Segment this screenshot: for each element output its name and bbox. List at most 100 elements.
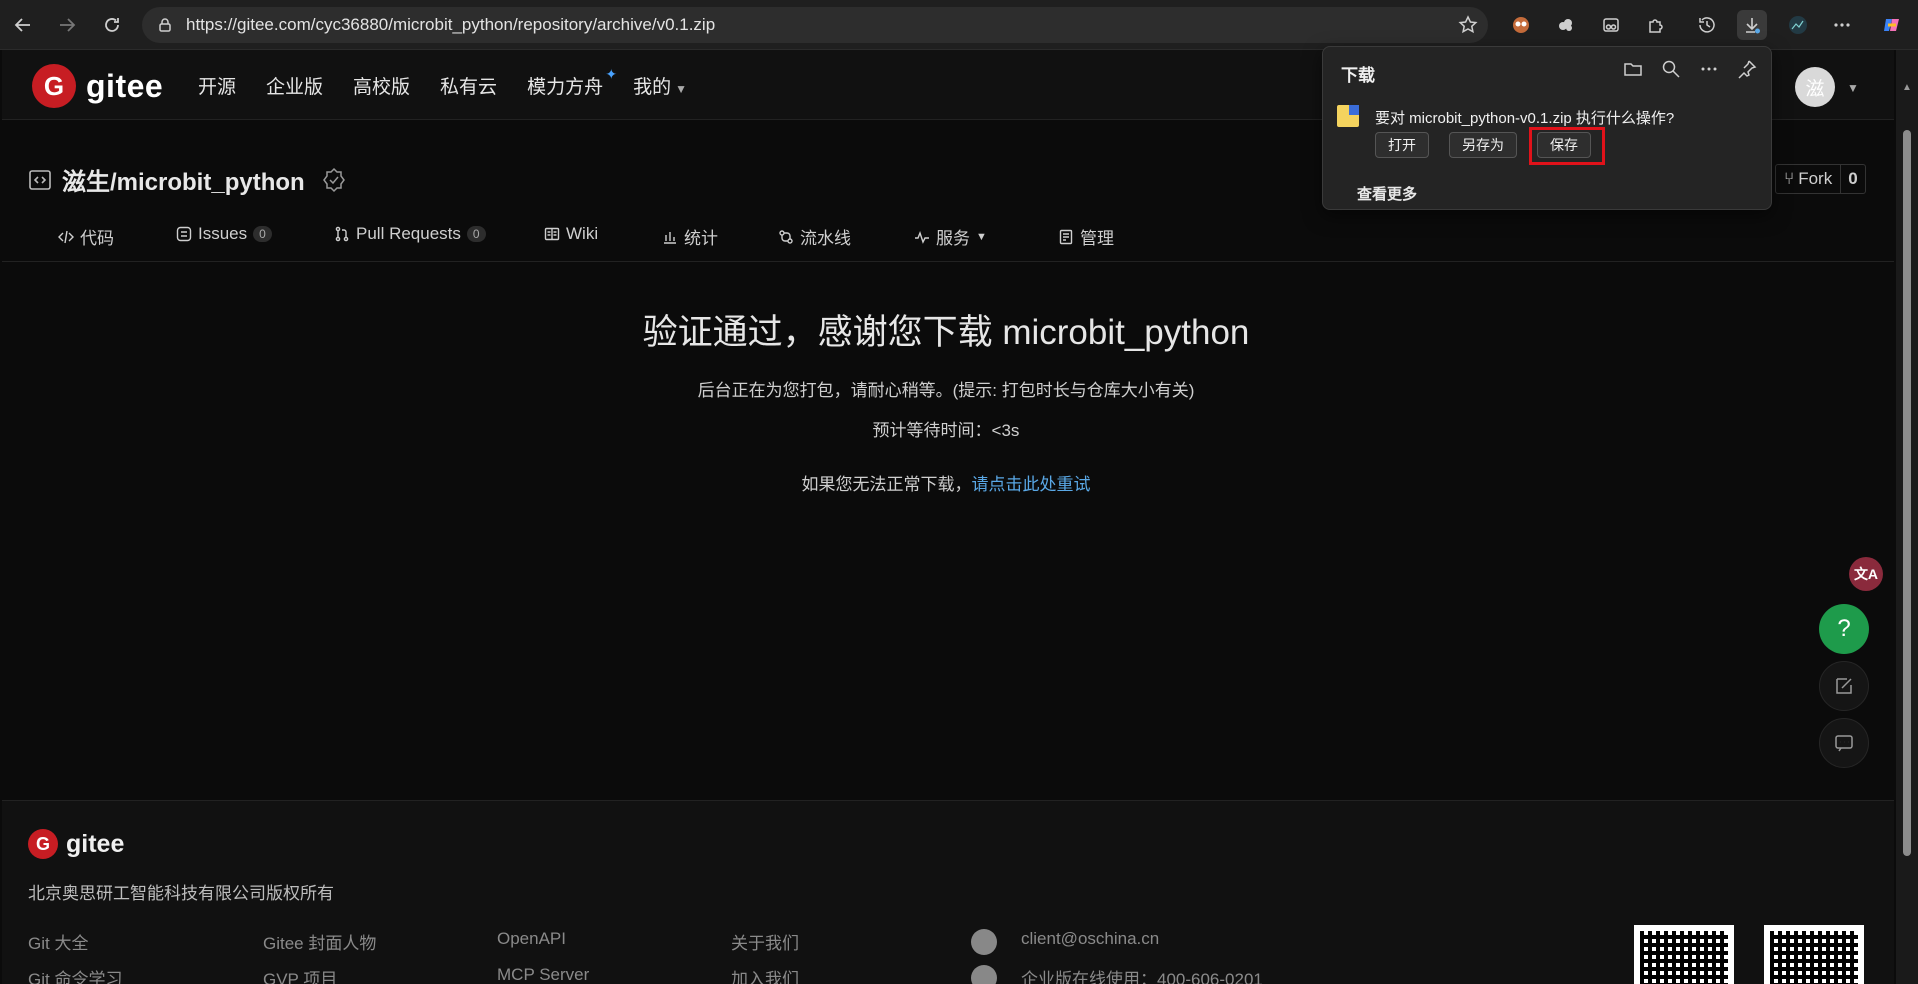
tab-services[interactable]: 服务 ▼	[914, 224, 987, 249]
retry-prefix: 如果您无法正常下载，	[801, 475, 972, 494]
repo-title[interactable]: 滋生/microbit_python	[62, 162, 305, 197]
profile-icon[interactable]	[1783, 10, 1813, 40]
avatar-caret-icon[interactable]: ▼	[1847, 81, 1859, 95]
help-button[interactable]: ?	[1819, 604, 1869, 654]
footer-logo-icon: G	[28, 829, 58, 859]
favorite-star-icon[interactable]	[1458, 15, 1478, 35]
fork-button[interactable]: ⑂ Fork 0	[1775, 164, 1866, 194]
scroll-up-icon[interactable]: ▲	[1902, 82, 1912, 93]
search-icon[interactable]	[1661, 59, 1681, 79]
save-as-button[interactable]: 另存为	[1449, 132, 1517, 158]
address-bar[interactable]: https://gitee.com/cyc36880/microbit_pyth…	[142, 7, 1488, 43]
edit-feedback-button[interactable]	[1819, 661, 1869, 711]
download-icon[interactable]	[1737, 10, 1767, 40]
tab-issues[interactable]: Issues 0	[176, 224, 272, 244]
translate-icon: 文A	[1853, 566, 1879, 582]
tab-code[interactable]: 代码	[58, 224, 114, 249]
footer: G gitee 北京奥思研工智能科技有限公司版权所有 Git 大全 Git 命令…	[2, 800, 1894, 984]
browser-toolbar: https://gitee.com/cyc36880/microbit_pyth…	[0, 0, 1918, 50]
avatar[interactable]: 滋	[1795, 67, 1835, 107]
history-icon[interactable]	[1692, 10, 1722, 40]
footer-link-gvp[interactable]: GVP 项目	[263, 965, 337, 984]
tab-manage[interactable]: 管理	[1058, 224, 1114, 249]
nav-item-education[interactable]: 高校版	[353, 72, 410, 99]
download-question: 要对 microbit_python-v0.1.zip 执行什么操作?	[1375, 110, 1675, 127]
puzzle-icon[interactable]	[1641, 10, 1671, 40]
tab-code-label: 代码	[80, 229, 114, 248]
footer-logo-text: gitee	[66, 829, 125, 858]
tab-pull-requests[interactable]: Pull Requests 0	[334, 224, 486, 244]
gitee-logo-icon: G	[32, 64, 76, 108]
chat-button[interactable]	[1819, 718, 1869, 768]
tab-stats-label: 统计	[684, 229, 718, 248]
cloud-extension-icon[interactable]	[1551, 10, 1581, 40]
folder-icon[interactable]	[1623, 59, 1643, 79]
download-panel-title: 下载	[1341, 66, 1375, 85]
refresh-icon[interactable]	[98, 11, 126, 39]
forward-icon[interactable]	[53, 11, 81, 39]
tab-wiki[interactable]: Wiki	[544, 224, 598, 244]
wait-time-text: 预计等待时间：<3s	[872, 421, 1020, 440]
caret-down-icon: ▼	[675, 82, 687, 96]
retry-link[interactable]: 请点击此处重试	[972, 475, 1091, 494]
qr-code-gitee	[1764, 925, 1864, 984]
fork-label: Fork	[1798, 169, 1833, 188]
scrollbar-thumb[interactable]	[1903, 130, 1911, 856]
footer-link-openapi[interactable]: OpenAPI	[497, 929, 566, 949]
pull-request-icon	[335, 226, 349, 242]
footer-link-git-guide[interactable]: Git 大全	[28, 929, 88, 954]
back-icon[interactable]	[9, 11, 37, 39]
tab-stats[interactable]: 统计	[662, 224, 718, 249]
tab-pipeline[interactable]: 流水线	[778, 224, 851, 249]
tab-services-label: 服务	[936, 229, 970, 248]
email-icon	[971, 929, 997, 955]
page-scrollbar[interactable]: ▲	[1896, 50, 1918, 984]
fork-icon: ⑂	[1784, 169, 1795, 188]
tab-wiki-label: Wiki	[566, 224, 599, 243]
code-icon	[58, 230, 74, 243]
nav-item-moli[interactable]: 模力方舟 ✦	[527, 66, 617, 99]
open-button[interactable]: 打开	[1375, 132, 1429, 158]
footer-logo[interactable]: G gitee	[28, 829, 124, 859]
url-text[interactable]: https://gitee.com/cyc36880/microbit_pyth…	[186, 15, 715, 35]
nav-item-mine[interactable]: 我的 ▼	[633, 72, 687, 99]
more-icon[interactable]	[1699, 59, 1719, 79]
wiki-icon	[544, 227, 560, 241]
fork-count[interactable]: 0	[1840, 165, 1864, 193]
nav-item-opensource[interactable]: 开源	[198, 72, 236, 99]
footer-link-mcp-server[interactable]: MCP Server	[497, 965, 589, 984]
footer-link-cover-people[interactable]: Gitee 封面人物	[263, 929, 376, 954]
phone-icon	[971, 965, 997, 984]
nav-item-mine-label: 我的	[633, 77, 672, 98]
translate-button[interactable]: 文A	[1849, 557, 1883, 591]
page-title: 验证通过，感谢您下载 microbit_python	[642, 313, 1250, 352]
repo-code-icon	[29, 169, 51, 190]
zip-file-icon	[1337, 105, 1359, 127]
repo-tabs: 代码 Issues 0 Pull Requests 0 Wiki 统计 流水线 …	[2, 216, 1894, 262]
gitee-logo[interactable]: G gitee	[32, 64, 163, 108]
nav-item-enterprise[interactable]: 企业版	[266, 72, 323, 99]
pin-icon[interactable]	[1737, 59, 1757, 79]
pipeline-icon	[779, 229, 793, 244]
pulse-icon	[915, 230, 929, 244]
footer-link-about[interactable]: 关于我们	[731, 929, 799, 954]
footer-link-git-commands[interactable]: Git 命令学习	[28, 965, 122, 984]
nav-item-moli-label: 模力方舟	[527, 77, 604, 98]
caret-down-icon: ▼	[976, 230, 987, 243]
recommend-badge-icon	[322, 167, 345, 192]
site-info-icon[interactable]	[156, 16, 174, 34]
see-more-link[interactable]: 查看更多	[1357, 183, 1417, 204]
issues-icon	[176, 226, 192, 242]
packing-text: 后台正在为您打包，请耐心稍等。(提示: 打包时长与仓库大小有关)	[697, 381, 1195, 400]
edit-icon	[1836, 678, 1852, 694]
copilot-icon[interactable]	[1877, 10, 1907, 40]
tab-issues-label: Issues	[198, 224, 248, 243]
footer-link-join[interactable]: 加入我们	[731, 965, 799, 984]
footer-email[interactable]: client@oschina.cn	[1021, 929, 1159, 949]
owl-extension-icon[interactable]	[1506, 10, 1536, 40]
tab-manage-label: 管理	[1080, 229, 1114, 248]
nav-item-private-cloud[interactable]: 私有云	[440, 72, 497, 99]
tab-pull-requests-label: Pull Requests	[356, 224, 461, 243]
more-icon[interactable]	[1827, 10, 1857, 40]
reading-mode-icon[interactable]	[1596, 10, 1626, 40]
